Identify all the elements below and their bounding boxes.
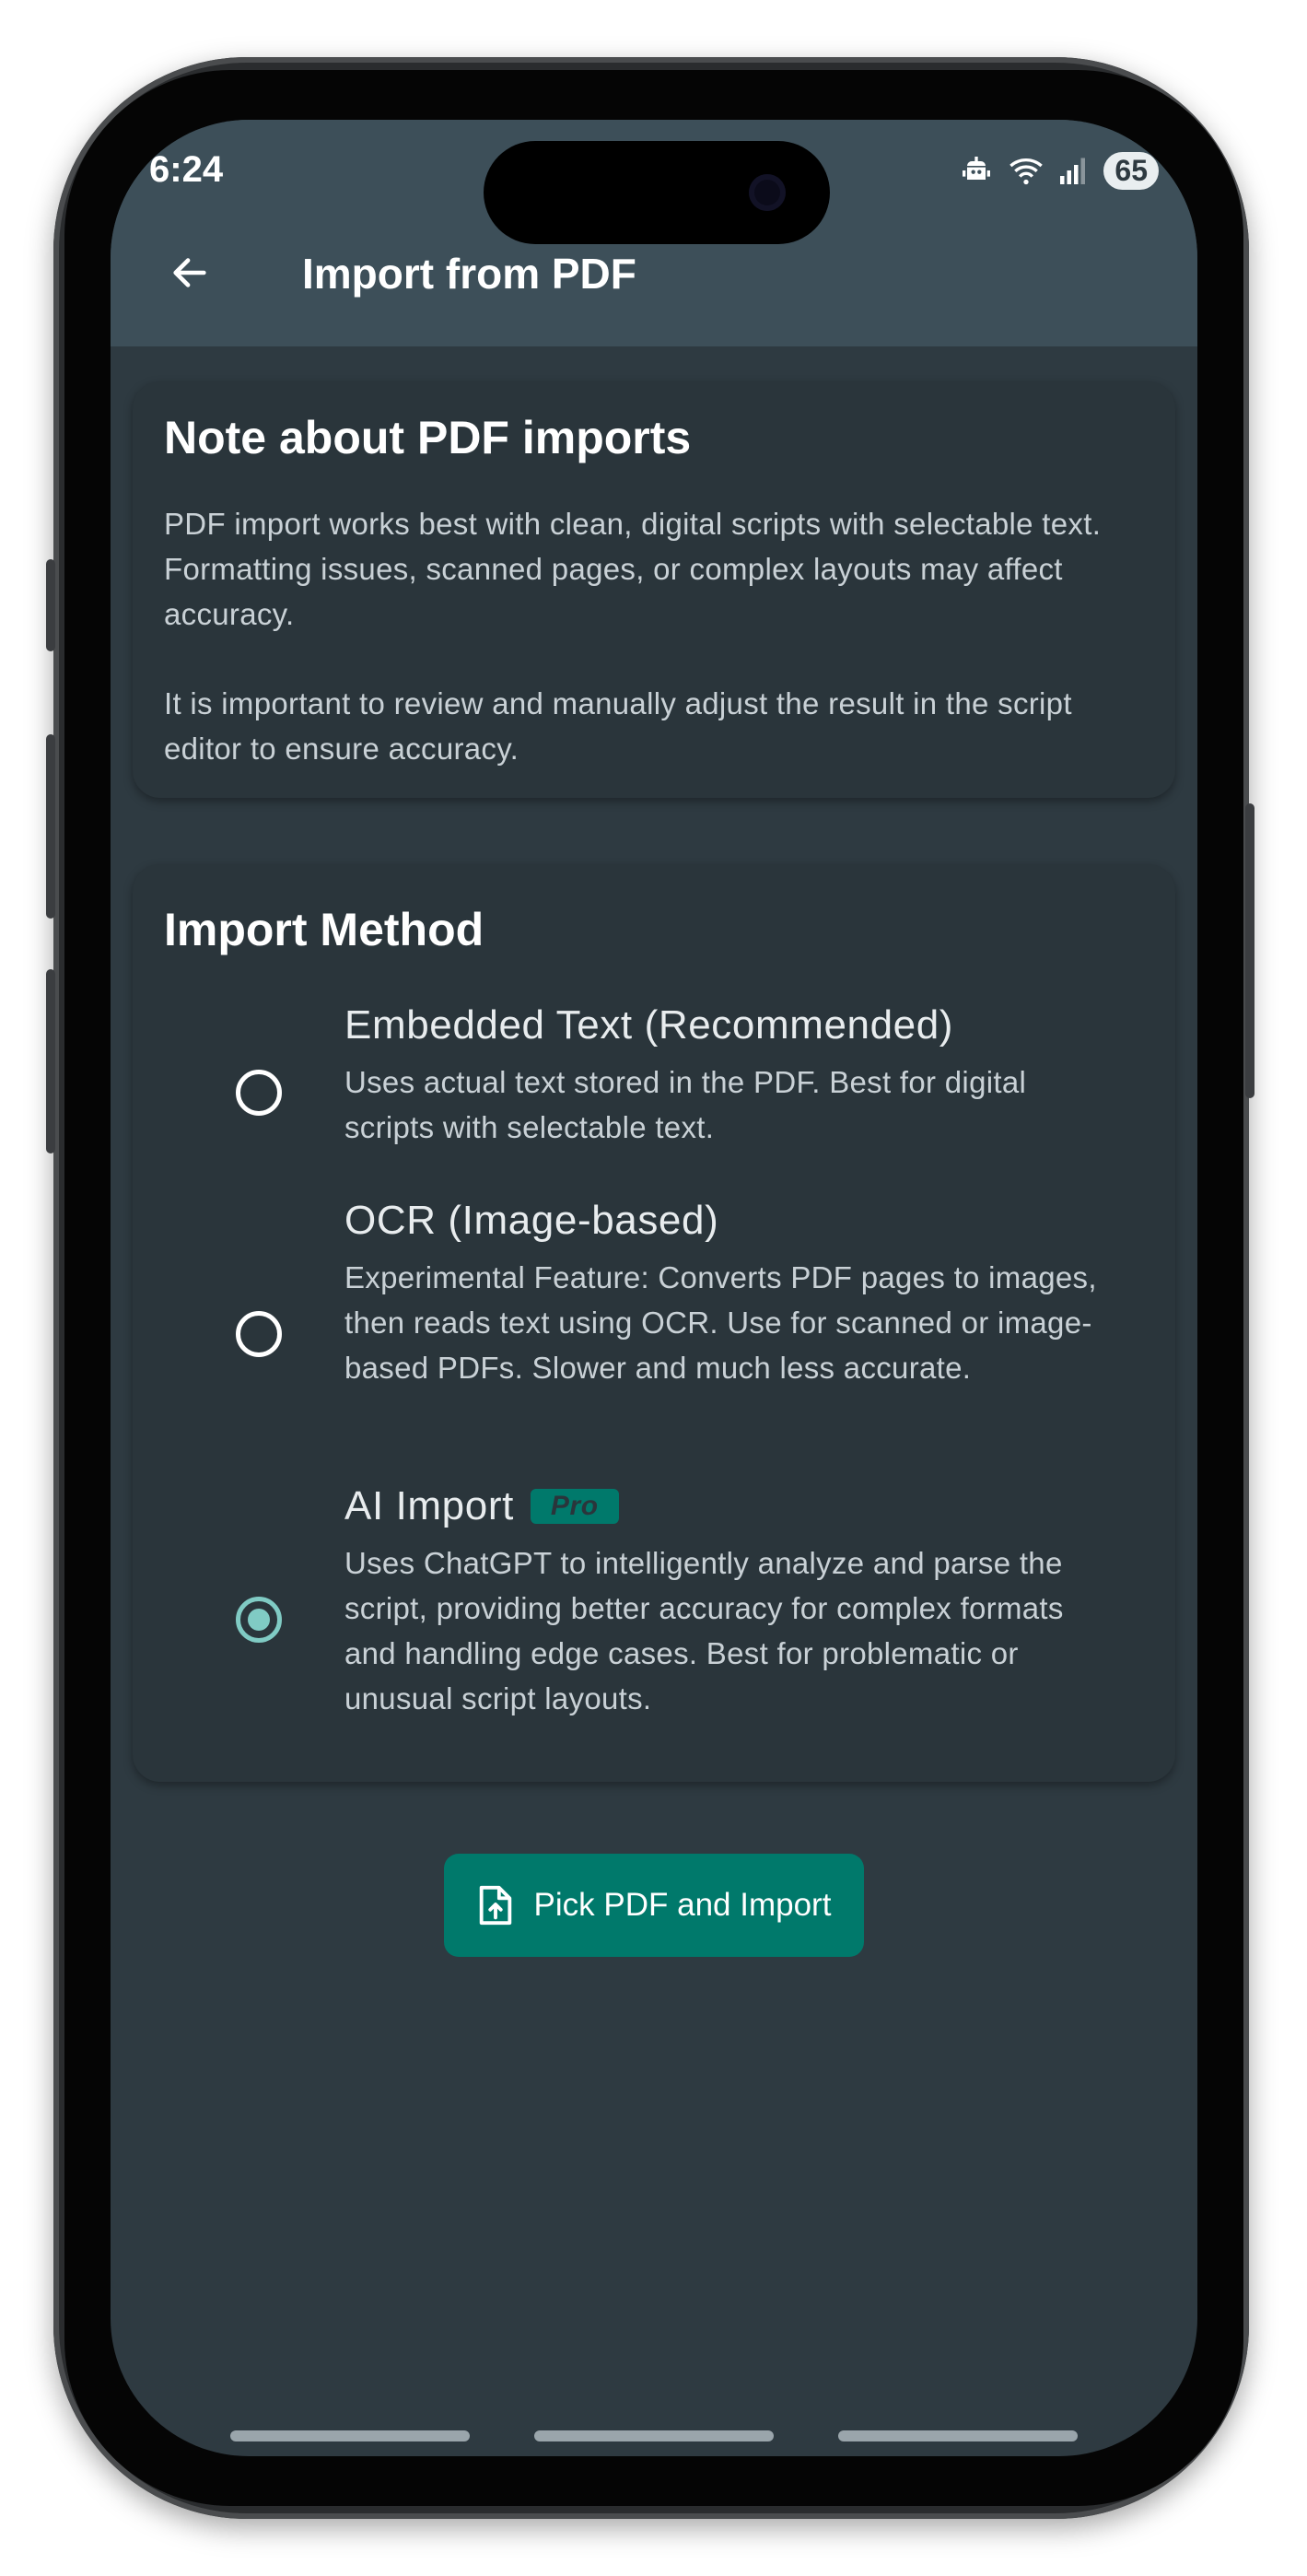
radio-ai-import[interactable] [236,1597,282,1643]
option-title: OCR (Image-based) [344,1198,719,1243]
option-title: Embedded Text (Recommended) [344,1002,954,1048]
pro-badge: Pro [530,1489,619,1524]
camera-icon [749,174,786,211]
option-embedded-text[interactable]: Embedded Text (Recommended) Uses actual … [133,1002,1175,1168]
note-card-title: Note about PDF imports [164,412,692,463]
arrow-left-icon [173,258,206,287]
option-title-wrap: AI Import Pro [344,1483,619,1529]
nav-indicator-right [838,2430,1078,2441]
volume-down-button [46,969,55,1153]
app-screen: 6:24 65 Import from PDF Note about PDF i… [111,120,1197,2456]
option-title-wrap: Embedded Text (Recommended) [344,1002,953,1048]
option-ocr[interactable]: OCR (Image-based) Experimental Feature: … [133,1198,1175,1456]
volume-up-button [46,734,55,919]
power-button [1245,803,1254,1098]
option-title-wrap: OCR (Image-based) [344,1198,718,1244]
app-bar: 6:24 65 Import from PDF [111,120,1197,346]
radio-embedded-text[interactable] [236,1070,282,1116]
option-description: Uses ChatGPT to intelligently analyze an… [344,1546,1064,1715]
action-button [46,559,55,651]
android-robot-icon [963,157,991,180]
nav-indicator-left [230,2430,470,2441]
radio-ocr[interactable] [236,1311,282,1357]
status-time: 6:24 [149,149,224,190]
option-description: Experimental Feature: Converts PDF pages… [344,1260,1097,1385]
dynamic-island [484,141,830,244]
note-paragraph-2: It is important to review and manually a… [164,686,1072,766]
note-paragraph-1: PDF import works best with clean, digita… [164,507,1102,631]
nav-indicator-center [534,2430,774,2441]
note-card: Note about PDF imports PDF import works … [133,381,1175,798]
option-title: AI Import [344,1483,514,1528]
status-icons: 65 [958,149,1159,192]
file-upload-icon [479,1885,511,1926]
pick-pdf-import-button[interactable]: Pick PDF and Import [444,1854,864,1957]
option-description: Uses actual text stored in the PDF. Best… [344,1065,1027,1144]
pick-pdf-import-label: Pick PDF and Import [533,1887,832,1923]
battery-level: 65 [1103,151,1159,190]
back-button[interactable] [157,240,223,306]
wifi-icon [1009,158,1044,185]
page-title: Import from PDF [302,250,636,298]
import-method-card: Import Method Embedded Text (Recommended… [133,864,1175,1782]
option-ai-import[interactable]: AI Import Pro Uses ChatGPT to intelligen… [133,1483,1175,1741]
signal-icon [1060,158,1086,184]
import-method-title: Import Method [164,904,484,955]
